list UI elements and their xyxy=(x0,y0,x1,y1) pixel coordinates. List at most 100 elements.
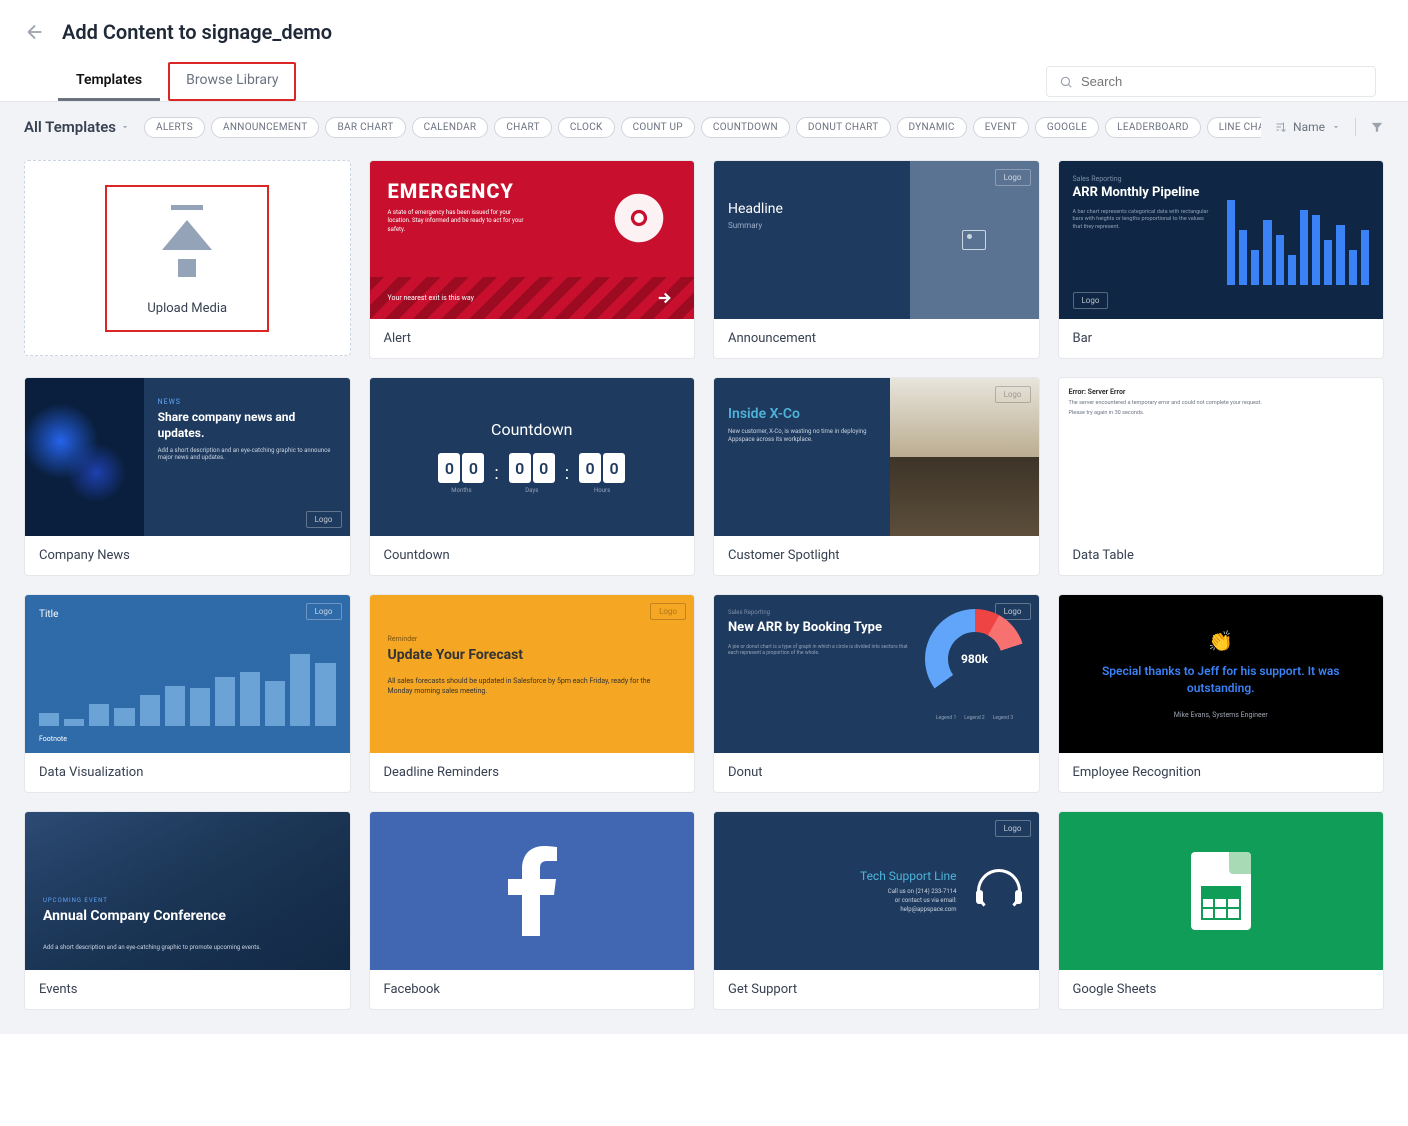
donut-desc: A pie or donut chart is a type of graph … xyxy=(728,644,911,656)
filter-icon[interactable] xyxy=(1370,120,1384,134)
arrow-right-icon xyxy=(652,289,676,307)
card-label: Customer Spotlight xyxy=(714,536,1039,575)
logo-badge: Logo xyxy=(995,386,1031,403)
pill-count-up[interactable]: COUNT UP xyxy=(621,117,695,138)
sort-label: Name xyxy=(1293,120,1325,134)
search-icon xyxy=(1059,75,1073,89)
search-box[interactable] xyxy=(1046,66,1376,97)
logo-badge: Logo xyxy=(650,603,686,620)
spotlight-title: Inside X-Co xyxy=(728,406,876,422)
events-title: Annual Company Conference xyxy=(43,908,332,924)
divider xyxy=(1355,118,1356,136)
upload-media-card[interactable]: Upload Media xyxy=(24,160,351,356)
all-templates-label: All Templates xyxy=(24,118,116,136)
pill-alerts[interactable]: ALERTS xyxy=(144,117,205,138)
card-events[interactable]: UPCOMING EVENT Annual Company Conference… xyxy=(24,811,351,1010)
card-donut[interactable]: Logo Sales Reporting New ARR by Booking … xyxy=(713,594,1040,793)
events-desc: Add a short description and an eye-catch… xyxy=(43,944,332,952)
pill-announcement[interactable]: ANNOUNCEMENT xyxy=(211,117,319,138)
card-label: Alert xyxy=(370,319,695,358)
pill-countdown[interactable]: COUNTDOWN xyxy=(701,117,790,138)
card-facebook[interactable]: Facebook xyxy=(369,811,696,1010)
back-arrow-icon[interactable] xyxy=(24,21,46,43)
search-input[interactable] xyxy=(1081,74,1363,89)
facebook-icon xyxy=(504,846,560,936)
card-announcement[interactable]: Headline Summary Logo Announcement xyxy=(713,160,1040,359)
events-cat: UPCOMING EVENT xyxy=(43,897,332,904)
datatable-msg2: Please try again in 30 seconds. xyxy=(1069,410,1374,416)
countdown-title: Countdown xyxy=(491,420,572,439)
image-placeholder-icon xyxy=(962,230,986,250)
tabs: Templates Browse Library xyxy=(58,62,296,101)
tab-templates[interactable]: Templates xyxy=(58,62,160,101)
donut-cat: Sales Reporting xyxy=(728,609,911,616)
card-employee-recognition[interactable]: 👏 Special thanks to Jeff for his support… xyxy=(1058,594,1385,793)
card-countdown[interactable]: Countdown 00Months : 00Days : 00Hours Co… xyxy=(369,377,696,576)
pill-event[interactable]: EVENT xyxy=(973,117,1029,138)
pill-line-chart[interactable]: LINE CHART xyxy=(1207,117,1261,138)
pill-dynamic[interactable]: DYNAMIC xyxy=(897,117,967,138)
sort-control[interactable]: Name xyxy=(1275,120,1341,134)
bar-title: ARR Monthly Pipeline xyxy=(1073,185,1215,201)
card-label: Google Sheets xyxy=(1059,970,1384,1009)
card-label: Facebook xyxy=(370,970,695,1009)
chevron-down-icon xyxy=(120,122,130,132)
donut-chart-icon: 980k xyxy=(925,609,1025,709)
hazard-icon xyxy=(612,191,666,245)
card-label: Countdown xyxy=(370,536,695,575)
pill-google[interactable]: GOOGLE xyxy=(1035,117,1099,138)
pill-chart[interactable]: CHART xyxy=(494,117,552,138)
world-map-image xyxy=(25,378,144,536)
pill-bar-chart[interactable]: BAR CHART xyxy=(325,117,405,138)
conference-room-image xyxy=(890,457,1038,536)
bar-chart-icon xyxy=(39,636,336,726)
sort-icon xyxy=(1275,121,1287,133)
alert-exit: Your nearest exit is this way xyxy=(388,294,474,302)
card-label: Data Visualization xyxy=(25,753,350,792)
recognition-msg: Special thanks to Jeff for his support. … xyxy=(1079,663,1364,697)
headset-icon xyxy=(977,869,1021,913)
card-get-support[interactable]: Logo Tech Support Line Call us on (214) … xyxy=(713,811,1040,1010)
card-label: Deadline Reminders xyxy=(370,753,695,792)
card-label: Donut xyxy=(714,753,1039,792)
card-label: Get Support xyxy=(714,970,1039,1009)
logo-badge: Logo xyxy=(1073,292,1109,309)
bar-chart-icon xyxy=(1227,175,1369,285)
card-bar[interactable]: Sales Reporting ARR Monthly Pipeline A b… xyxy=(1058,160,1385,359)
deadline-desc: All sales forecasts should be updated in… xyxy=(388,677,677,697)
template-grid: Upload Media EMERGENCY A state of emerge… xyxy=(0,152,1408,1034)
announce-headline: Headline xyxy=(728,201,896,217)
card-data-table[interactable]: Error: Server Error The server encounter… xyxy=(1058,377,1385,576)
upload-arrow-icon xyxy=(162,220,212,250)
pill-leaderboard[interactable]: LEADERBOARD xyxy=(1105,117,1201,138)
dataviz-title: Title xyxy=(39,609,336,620)
alert-sub: A state of emergency has been issued for… xyxy=(388,209,528,234)
card-alert[interactable]: EMERGENCY A state of emergency has been … xyxy=(369,160,696,359)
upload-bar-icon xyxy=(171,205,203,210)
spotlight-desc: New customer, X-Co, is wasting no time i… xyxy=(728,428,876,445)
support-title: Tech Support Line xyxy=(732,869,957,883)
card-deadline-reminders[interactable]: Logo Reminder Update Your Forecast All s… xyxy=(369,594,696,793)
news-desc: Add a short description and an eye-catch… xyxy=(158,447,336,461)
pill-donut-chart[interactable]: DONUT CHART xyxy=(796,117,891,138)
upload-label: Upload Media xyxy=(147,301,227,316)
news-title: Share company news and updates. xyxy=(158,410,336,441)
all-templates-dropdown[interactable]: All Templates xyxy=(24,118,130,136)
card-label: Events xyxy=(25,970,350,1009)
applause-icon: 👏 xyxy=(1208,629,1233,653)
dataviz-footnote: Footnote xyxy=(39,735,67,743)
chevron-down-icon xyxy=(1331,122,1341,132)
card-label: Bar xyxy=(1059,319,1384,358)
pill-clock[interactable]: CLOCK xyxy=(558,117,615,138)
page-title: Add Content to signage_demo xyxy=(62,20,332,44)
card-customer-spotlight[interactable]: Inside X-Co New customer, X-Co, is wasti… xyxy=(713,377,1040,576)
card-company-news[interactable]: NEWS Share company news and updates. Add… xyxy=(24,377,351,576)
recognition-attr: Mike Evans, Systems Engineer xyxy=(1174,711,1268,719)
card-google-sheets[interactable]: Google Sheets xyxy=(1058,811,1385,1010)
support-desc: Call us on (214) 233-7114 or contact us … xyxy=(732,887,957,914)
tab-browse-library[interactable]: Browse Library xyxy=(168,62,296,101)
datatable-error: Error: Server Error xyxy=(1069,388,1374,396)
pill-calendar[interactable]: CALENDAR xyxy=(412,117,489,138)
logo-badge: Logo xyxy=(995,169,1031,186)
card-data-visualization[interactable]: Logo Title Footnote Data Visualization xyxy=(24,594,351,793)
